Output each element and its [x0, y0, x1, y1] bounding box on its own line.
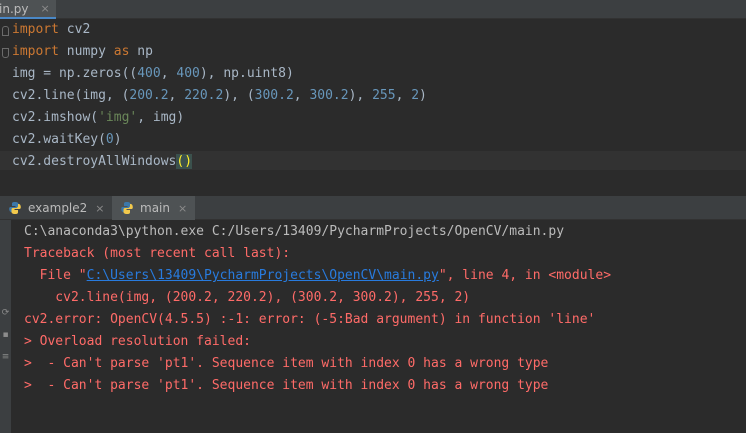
console-file-line: File "C:\Users\13409\PycharmProjects\Ope… — [24, 268, 612, 283]
fold-icon[interactable] — [2, 48, 9, 58]
console-error: cv2.error: OpenCV(4.5.5) :-1: error: (-5… — [24, 312, 596, 327]
stop-icon[interactable]: ▪ — [1, 330, 10, 340]
python-icon — [121, 202, 133, 214]
close-icon[interactable]: × — [40, 2, 49, 15]
fold-icon[interactable] — [2, 26, 9, 36]
code-line-5: cv2.imshow('img', img) — [12, 110, 185, 125]
editor-divider — [0, 170, 746, 196]
code-line-3: img = np.zeros((400, 400), np.uint8) — [12, 66, 294, 81]
matched-paren: () — [176, 154, 193, 169]
console-output[interactable]: C:\anaconda3\python.exe C:/Users/13409/P… — [11, 220, 746, 433]
run-toolbar: ⟳ ▪ ≡ — [0, 220, 11, 433]
file-link[interactable]: C:\Users\13409\PycharmProjects\OpenCV\ma… — [87, 268, 439, 283]
python-icon — [9, 202, 21, 214]
run-tab-bar: example2 × main × — [0, 196, 746, 220]
editor-tab-label: in.py — [0, 1, 29, 16]
code-line-6: cv2.waitKey(0) — [12, 132, 122, 147]
editor-tab-bar: in.py × — [0, 0, 746, 19]
console-detail-1: > - Can't parse 'pt1'. Sequence item wit… — [24, 356, 549, 371]
close-icon[interactable]: × — [95, 202, 104, 215]
settings-icon[interactable]: ≡ — [1, 352, 10, 362]
code-editor[interactable]: import cv2 import numpy as np img = np.z… — [0, 19, 746, 170]
code-line-2: import numpy as np — [12, 44, 153, 59]
console-traceback: Traceback (most recent call last): — [24, 246, 291, 261]
console-overload: > Overload resolution failed: — [24, 334, 251, 349]
editor-tab-main-py[interactable]: in.py × — [0, 0, 56, 19]
close-icon[interactable]: × — [178, 202, 187, 215]
console-source-line: cv2.line(img, (200.2, 220.2), (300.2, 30… — [24, 290, 471, 305]
console-detail-2: > - Can't parse 'pt1'. Sequence item wit… — [24, 378, 549, 393]
run-tab-label: example2 — [28, 201, 88, 215]
code-line-7: cv2.destroyAllWindows() — [12, 154, 193, 169]
code-line-4: cv2.line(img, (200.2, 220.2), (300.2, 30… — [12, 88, 427, 103]
console-command: C:\anaconda3\python.exe C:/Users/13409/P… — [24, 224, 565, 239]
run-tab-label: main — [140, 201, 170, 215]
run-tab-example2[interactable]: example2 × — [0, 196, 113, 220]
rerun-icon[interactable]: ⟳ — [1, 308, 10, 318]
run-tab-main[interactable]: main × — [112, 196, 196, 220]
code-line-1: import cv2 — [12, 22, 91, 37]
